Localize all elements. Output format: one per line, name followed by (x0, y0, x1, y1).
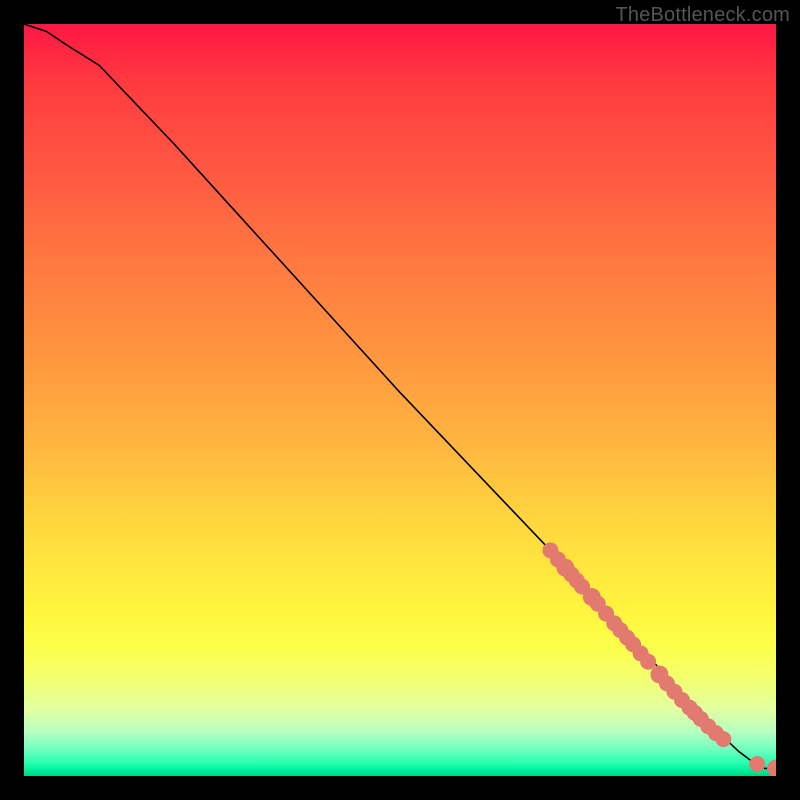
highlight-dot (749, 756, 765, 772)
watermark-text: TheBottleneck.com (615, 4, 790, 27)
chart-svg (24, 24, 776, 776)
chart-frame: TheBottleneck.com (0, 0, 800, 800)
plot-area (24, 24, 776, 776)
highlight-dot (640, 654, 656, 670)
highlight-dot (767, 759, 776, 776)
highlight-dots-group (542, 542, 776, 776)
bottleneck-curve (24, 24, 776, 768)
highlight-dot (715, 731, 731, 747)
